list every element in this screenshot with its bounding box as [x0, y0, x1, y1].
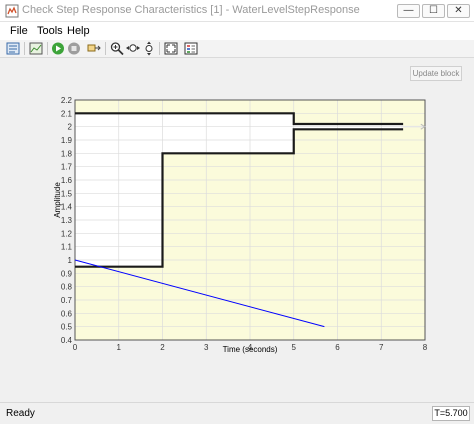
x-tick-label: 7: [379, 343, 384, 352]
y-tick-label: 1.6: [61, 176, 73, 185]
y-tick-label: 0.6: [61, 309, 73, 318]
y-tick-label: 1.7: [61, 163, 73, 172]
x-tick-label: 6: [335, 343, 340, 352]
y-tick-label: 0.5: [61, 323, 73, 332]
status-bar: Ready T=5.700: [0, 402, 474, 424]
y-tick-label: 1.9: [61, 136, 73, 145]
x-tick-label: 8: [423, 343, 428, 352]
y-tick-label: 1.2: [61, 229, 73, 238]
status-text: Ready: [6, 408, 35, 419]
x-tick-label: 3: [204, 343, 209, 352]
x-tick-label: 5: [292, 343, 297, 352]
y-tick-label: 0.4: [61, 336, 73, 345]
y-tick-label: 2.2: [61, 96, 73, 105]
y-tick-label: 2.1: [61, 109, 73, 118]
step-response-plot: 0 1 2 3 4 5 6 7 80.40.50.60.70.80.911.11.21.31.4…: [53, 96, 428, 354]
y-tick-label: 1.8: [61, 149, 73, 158]
y-tick-label: 1.4: [61, 203, 73, 212]
x-tick-label: 1: [117, 343, 122, 352]
simulation-time: T=5.700: [432, 406, 470, 421]
y-tick-label: 0.7: [61, 296, 73, 305]
y-tick-label: 1.5: [61, 189, 73, 198]
y-tick-label: 1.3: [61, 216, 73, 225]
x-axis-label: Time (seconds): [223, 345, 278, 354]
y-tick-label: 2: [68, 123, 73, 132]
y-tick-label: 0.8: [61, 283, 73, 292]
x-tick-label: 0: [73, 343, 78, 352]
y-tick-label: 1: [68, 256, 73, 265]
x-tick-label: 2: [160, 343, 165, 352]
y-tick-label: 0.9: [61, 269, 73, 278]
y-tick-label: 1.1: [61, 243, 73, 252]
y-axis-label: Amplitude: [53, 182, 62, 218]
